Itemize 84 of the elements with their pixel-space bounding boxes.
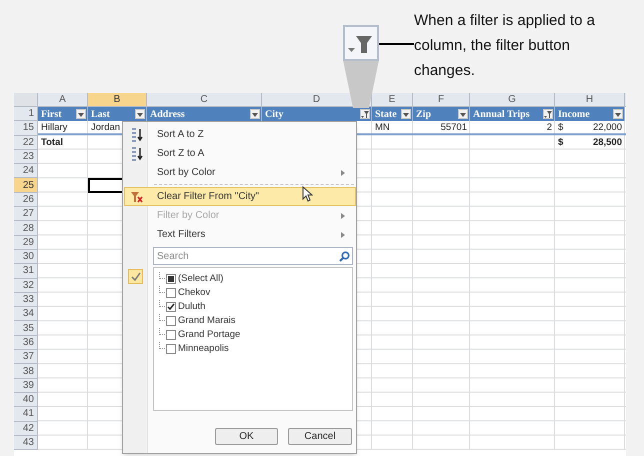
row-header[interactable]: 35 [14, 321, 38, 336]
row-header[interactable]: 36 [14, 336, 38, 350]
row-header[interactable]: 43 [14, 436, 38, 450]
dialog-button[interactable]: OK [215, 428, 278, 445]
checkbox[interactable] [166, 316, 176, 326]
table-header-cell: Annual Trips [470, 107, 555, 122]
row-header[interactable]: 31 [14, 264, 38, 279]
row-header[interactable]: 23 [14, 150, 38, 164]
row-header[interactable]: 28 [14, 221, 38, 236]
table-cell-text: MN [375, 121, 390, 136]
row-header[interactable]: 42 [14, 422, 38, 436]
row-header[interactable]: 33 [14, 292, 38, 308]
checkbox-label[interactable]: Minneapolis [178, 342, 229, 356]
row-header[interactable]: 30 [14, 250, 38, 264]
column-header[interactable]: F [413, 93, 470, 106]
search-field[interactable]: Search [153, 247, 353, 265]
filter-dropdown-button[interactable] [458, 109, 468, 120]
row-header[interactable]: 38 [14, 364, 38, 379]
mouse-pointer-icon [302, 186, 313, 202]
callout-pointer [343, 60, 379, 108]
leader-line [379, 43, 414, 45]
table-cell-text: Jordan [91, 121, 120, 136]
table-header-cell: Zip [413, 107, 470, 122]
row-header[interactable]: 41 [14, 407, 38, 422]
row-header[interactable]: 24 [14, 164, 38, 178]
filter-dropdown-button[interactable] [250, 109, 260, 120]
checkbox-label[interactable]: Grand Portage [178, 328, 240, 342]
table-header-cell: First [38, 107, 88, 122]
sort-descending-icon [130, 147, 144, 161]
row-header[interactable]: 27 [14, 207, 38, 222]
column-header[interactable]: C [147, 93, 262, 106]
sort-ascending-icon [130, 128, 144, 142]
row-header[interactable]: 15 [14, 121, 38, 136]
callout-text: When a filter is applied to a column, the filter button changes. [414, 11, 596, 81]
clear-filter-icon [130, 191, 143, 203]
checkbox[interactable] [166, 288, 176, 298]
checkbox[interactable] [166, 344, 176, 354]
row-header[interactable]: 26 [14, 192, 38, 208]
filter-dropdown-button[interactable] [135, 109, 145, 120]
currency-symbol: $ [558, 136, 564, 150]
table-cell-text: 22,000 [592, 121, 622, 136]
menu-item[interactable]: Sort by Color [124, 163, 356, 182]
table-cell: Total [41, 136, 63, 150]
checkmark-icon [128, 269, 143, 284]
column-header[interactable]: G [470, 93, 555, 106]
table-cell-text: 2 [546, 121, 552, 136]
currency-symbol: $ [558, 121, 564, 136]
row-header[interactable]: 25 [14, 178, 38, 193]
menu-item[interactable]: Text Filters [124, 225, 356, 244]
row-header[interactable]: 39 [14, 378, 38, 393]
row-header[interactable]: 22 [14, 136, 38, 150]
checkbox[interactable] [166, 330, 176, 340]
checkbox-label[interactable]: (Select All) [178, 272, 224, 286]
row-header[interactable]: 34 [14, 307, 38, 322]
checkbox[interactable] [166, 274, 176, 284]
row-header[interactable]: 1 [14, 107, 38, 122]
column-header[interactable]: H [555, 93, 625, 106]
table-header-cell: State [372, 107, 413, 122]
filter-dropdown-button[interactable] [401, 109, 411, 120]
table-cell-text: 55701 [440, 121, 467, 136]
table-cell: 28,500 [592, 136, 622, 150]
table-cell-text: Hillary [41, 121, 68, 136]
menu-item[interactable]: Sort Z to A [124, 144, 356, 163]
table-header-cell: Last [88, 107, 147, 122]
filter-applied-button[interactable] [360, 109, 370, 120]
checkbox[interactable] [166, 302, 176, 312]
dialog-button[interactable]: Cancel [288, 428, 352, 445]
table-header-cell: Address [147, 107, 262, 122]
menu-item[interactable]: Sort A to Z [124, 125, 356, 144]
row-header[interactable]: 29 [14, 236, 38, 250]
row-header[interactable]: 37 [14, 350, 38, 364]
row-header[interactable]: 32 [14, 278, 38, 293]
filter-dropdown-button[interactable] [76, 109, 86, 120]
checkbox-label[interactable]: Grand Marais [178, 314, 236, 328]
checkbox-label[interactable]: Chekov [178, 286, 210, 300]
table-header-cell: Income [555, 107, 625, 122]
filter-dropdown-button[interactable] [613, 109, 623, 120]
menu-item[interactable]: Clear Filter From "City" [124, 187, 356, 206]
checkbox-label[interactable]: Duluth [178, 300, 206, 314]
search-icon [339, 251, 350, 262]
filter-applied-button[interactable] [543, 109, 553, 120]
row-header[interactable]: 40 [14, 392, 38, 408]
column-header[interactable]: B [88, 93, 147, 106]
table-header-cell: City [262, 107, 372, 122]
